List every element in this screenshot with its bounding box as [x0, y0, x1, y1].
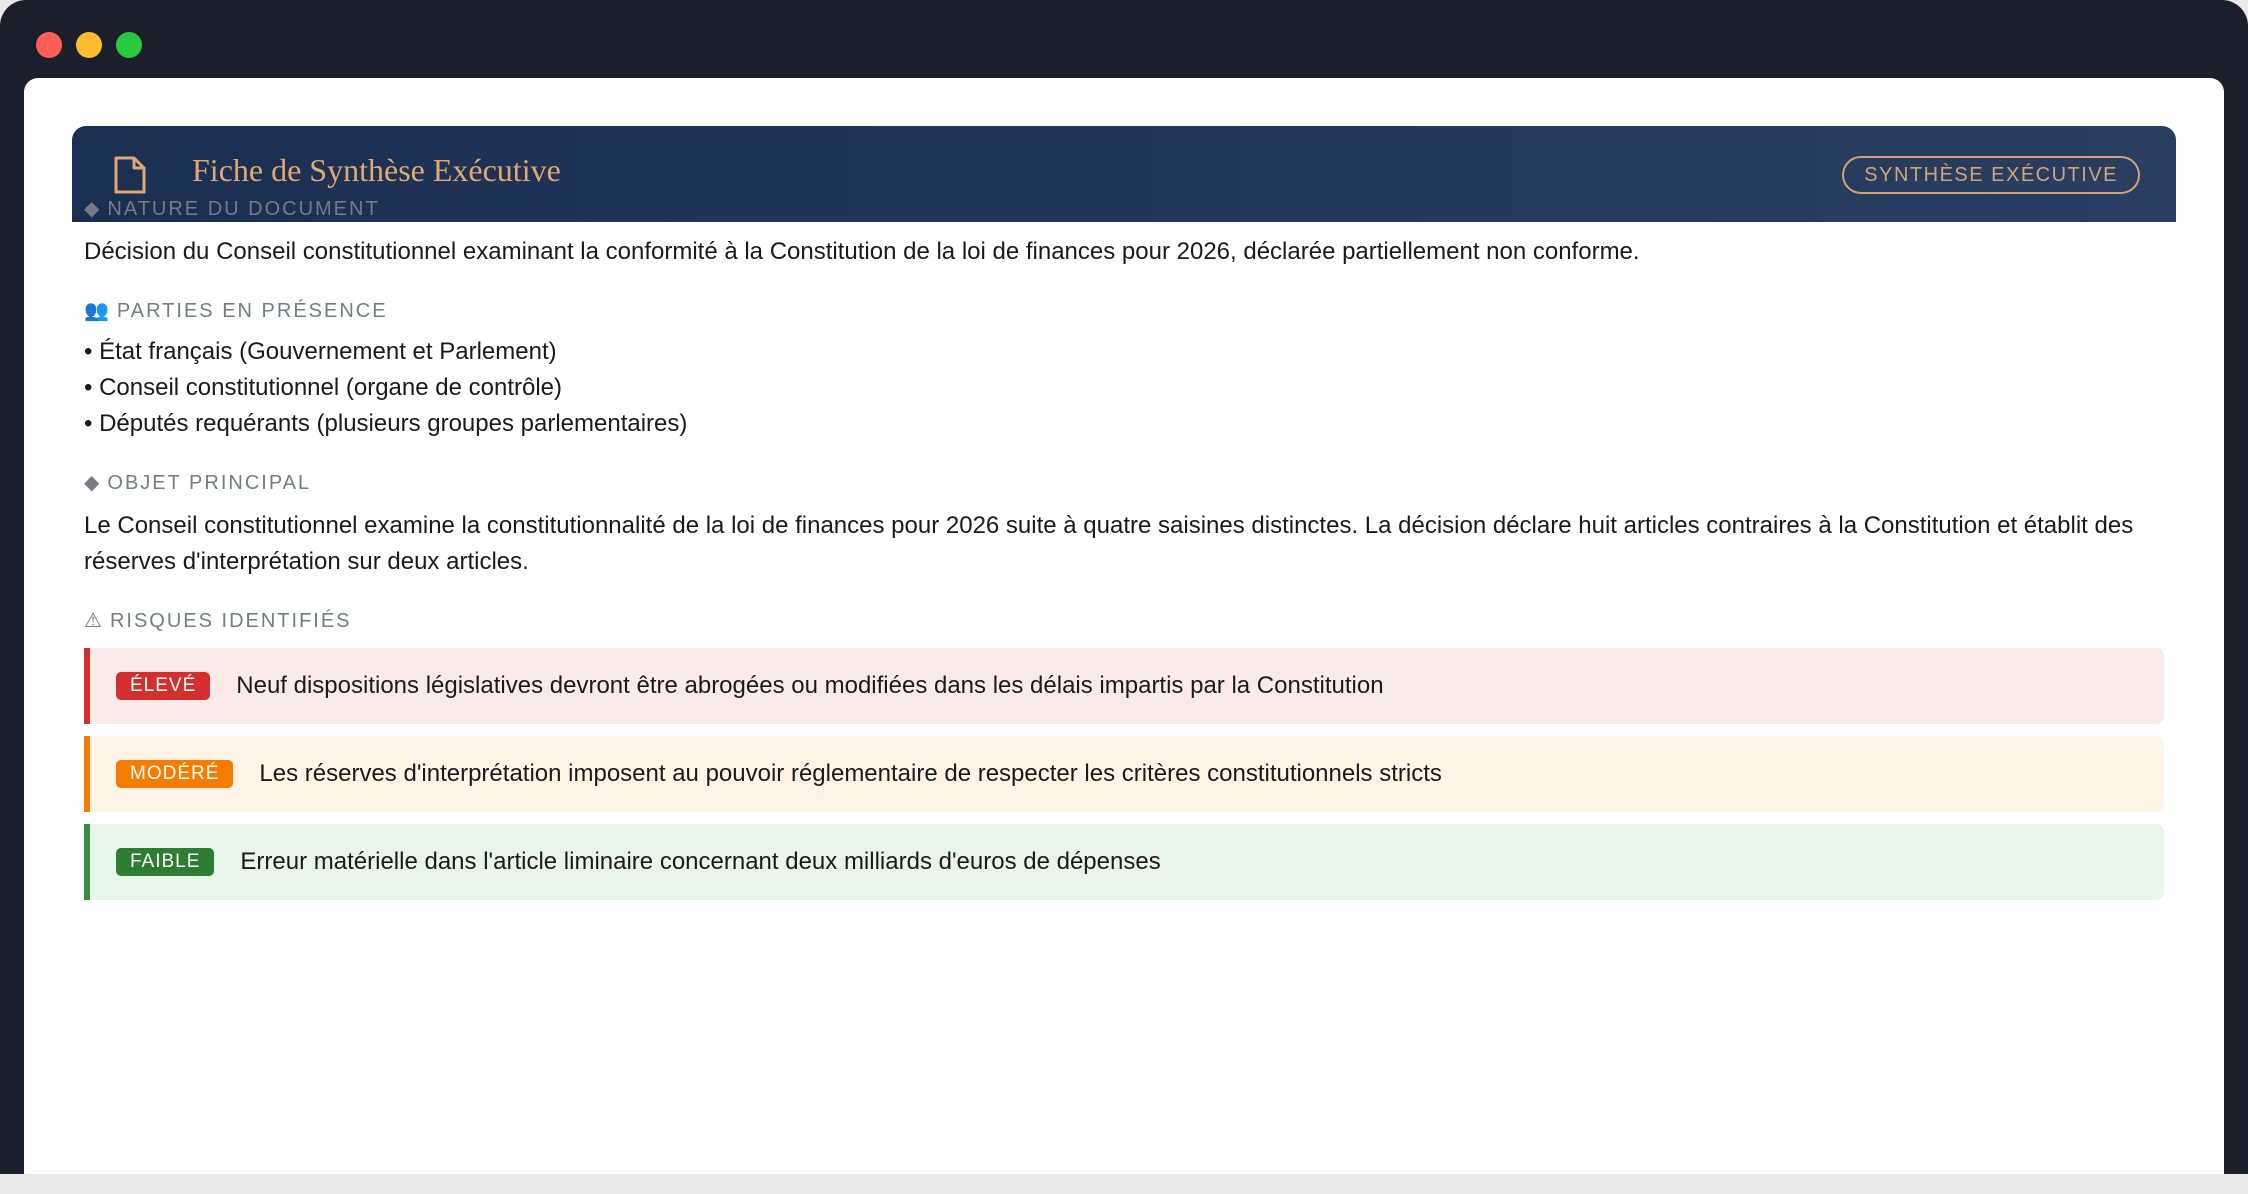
section-parties-title: PARTIES EN PRÉSENCE [116, 300, 388, 322]
page-title: Fiche de Synthèse Exécutive [192, 152, 561, 188]
risk-level-badge: MODÉRÉ [116, 760, 234, 788]
diamond-icon: ◆ [84, 198, 102, 220]
warning-icon: ⚠ [84, 610, 104, 632]
list-item: • Députés requérants (plusieurs groupes … [84, 410, 688, 437]
risk-description: Neuf dispositions législatives devront ê… [236, 672, 1384, 699]
synthesis-body: ◆ NATURE DU DOCUMENT Décision du Conseil … [84, 196, 2188, 912]
diamond-icon: ◆ [84, 472, 102, 494]
risk-description: Les réserves d'interprétation imposent a… [259, 760, 1442, 787]
risk-description: Erreur matérielle dans l'article liminai… [240, 848, 1161, 875]
risk-item-low: FAIBLE Erreur matérielle dans l'article … [84, 824, 2164, 900]
risk-item-moderate: MODÉRÉ Les réserves d'interprétation imp… [84, 736, 2164, 812]
list-item: • Conseil constitutionnel (organe de con… [84, 374, 563, 401]
document-type-badge: SYNTHÈSE EXÉCUTIVE [1842, 156, 2140, 194]
minimize-window-button[interactable] [76, 32, 102, 58]
risk-item-high: ÉLEVÉ Neuf dispositions législatives dev… [84, 648, 2164, 724]
section-objet-label: ◆ OBJET PRINCIPAL [84, 470, 2188, 496]
app-window: Fiche de Synthèse Exécutive SYNTHÈSE EXÉ… [0, 0, 2248, 1174]
section-objet-text: Le Conseil constitutionnel examine la co… [84, 512, 2134, 575]
section-objet-title: OBJET PRINCIPAL [107, 472, 312, 494]
people-icon: 👥 [84, 300, 111, 322]
close-window-button[interactable] [36, 32, 62, 58]
parties-list: • État français (Gouvernement et Parleme… [84, 334, 2188, 442]
document-icon [114, 156, 146, 194]
section-nature-text: Décision du Conseil constitutionnel exam… [84, 238, 1640, 265]
section-parties-label: 👥 PARTIES EN PRÉSENCE [84, 298, 2188, 324]
section-nature-label: ◆ NATURE DU DOCUMENT [84, 196, 2188, 222]
section-nature-title: NATURE DU DOCUMENT [107, 198, 380, 220]
list-item: • État français (Gouvernement et Parleme… [84, 338, 557, 365]
document-panel: Fiche de Synthèse Exécutive SYNTHÈSE EXÉ… [24, 78, 2224, 1174]
section-risques-label: ⚠ RISQUES IDENTIFIÉS [84, 608, 2188, 634]
risk-level-badge: ÉLEVÉ [116, 672, 211, 700]
maximize-window-button[interactable] [116, 32, 142, 58]
risk-level-badge: FAIBLE [116, 848, 215, 876]
section-risques-title: RISQUES IDENTIFIÉS [109, 610, 352, 632]
